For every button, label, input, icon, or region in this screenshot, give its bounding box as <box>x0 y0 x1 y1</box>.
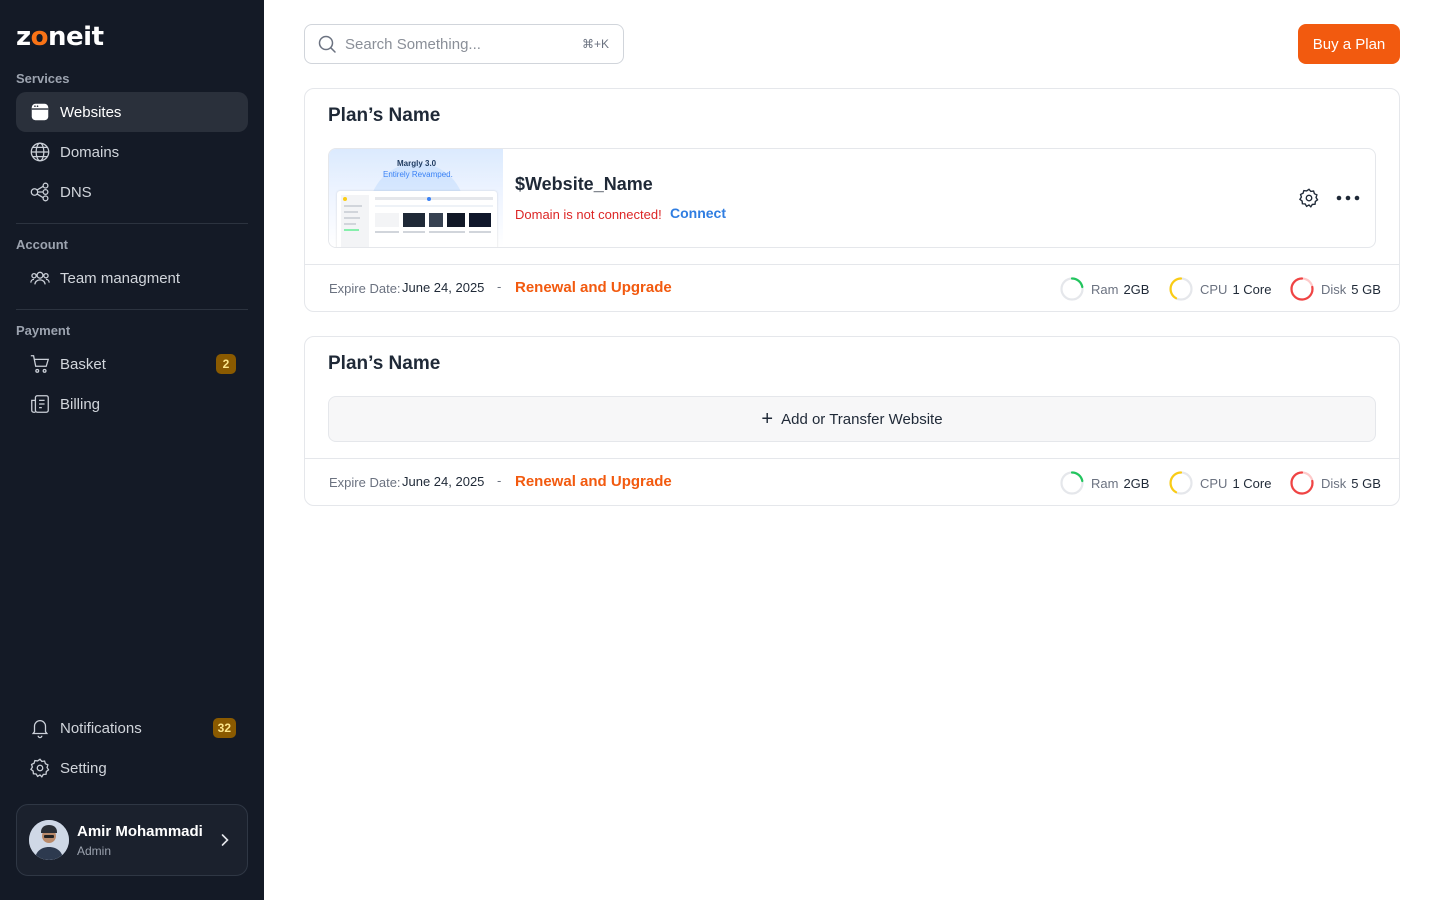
avatar <box>29 820 69 860</box>
section-label-services: Services <box>16 71 70 86</box>
plan-card: Plan’s Name Margly 3.0 Entirely Revamped… <box>304 88 1400 312</box>
resource-ram: Ram 2GB <box>1059 470 1149 496</box>
sidebar-item-billing[interactable]: Billing <box>16 384 248 424</box>
resource-disk: Disk 5 GB <box>1289 276 1381 302</box>
sidebar-item-notifications[interactable]: Notifications 32 <box>16 708 248 748</box>
thumbnail-title: Margly 3.0 <box>397 159 437 168</box>
resource-label: Disk <box>1321 475 1347 491</box>
gear-icon <box>28 756 52 780</box>
resource-cpu: CPU 1 Core <box>1168 470 1271 496</box>
bell-icon <box>28 716 52 740</box>
thumbnail-preview-window <box>337 191 497 247</box>
sidebar-item-label: Websites <box>60 103 122 121</box>
resource-ram: Ram 2GB <box>1059 276 1149 302</box>
add-transfer-website-button[interactable]: + Add or Transfer Website <box>328 396 1376 442</box>
resource-value: 2GB <box>1123 281 1150 297</box>
sidebar-divider <box>16 309 248 310</box>
resource-value: 5 GB <box>1351 475 1381 491</box>
footer-separator: - <box>497 473 502 488</box>
sidebar-item-domains[interactable]: Domains <box>16 132 248 172</box>
user-profile-card[interactable]: Amir Mohammadi Admin <box>16 804 248 876</box>
plan-title: Plan’s Name <box>328 105 441 126</box>
add-transfer-label: Add or Transfer Website <box>781 410 943 428</box>
sidebar-item-dns[interactable]: DNS <box>16 172 248 212</box>
sidebar-item-label: Basket <box>60 355 106 373</box>
basket-count-badge: 2 <box>216 354 236 374</box>
cpu-usage-ring-icon <box>1169 471 1193 495</box>
logo[interactable]: zoneit <box>16 22 104 52</box>
buy-plan-button[interactable]: Buy a Plan <box>1298 24 1400 64</box>
ram-usage-ring-icon <box>1060 277 1084 301</box>
sidebar-item-label: Team managment <box>60 269 181 287</box>
section-label-account: Account <box>16 237 68 252</box>
sidebar-item-team-management[interactable]: Team managment <box>16 258 248 298</box>
plan-card: Plan’s Name + Add or Transfer Website Ex… <box>304 336 1400 506</box>
browser-icon <box>28 100 52 124</box>
resource-value: 5 GB <box>1351 281 1381 297</box>
connect-domain-link[interactable]: Connect <box>670 205 726 221</box>
search-icon <box>318 35 336 53</box>
plan-footer: Expire Date: June 24, 2025 - Renewal and… <box>305 264 1399 312</box>
resource-label: Ram <box>1091 281 1119 297</box>
sidebar-item-basket[interactable]: Basket 2 <box>16 344 248 384</box>
renewal-upgrade-link[interactable]: Renewal and Upgrade <box>515 473 672 490</box>
website-more-options-button[interactable] <box>1333 185 1363 211</box>
globe-icon <box>28 140 52 164</box>
website-name: $Website_Name <box>515 174 653 194</box>
resource-label: CPU <box>1200 281 1228 297</box>
resource-label: Ram <box>1091 475 1119 491</box>
domain-status-text: Domain is not connected! <box>515 207 662 222</box>
section-label-payment: Payment <box>16 323 71 338</box>
resource-cpu: CPU 1 Core <box>1168 276 1271 302</box>
team-icon <box>28 266 52 290</box>
sidebar-item-setting[interactable]: Setting <box>16 748 248 788</box>
profile-name: Amir Mohammadi <box>77 822 203 840</box>
sidebar-divider <box>16 223 248 224</box>
resource-value: 2GB <box>1123 475 1150 491</box>
billing-icon <box>28 392 52 416</box>
sidebar-item-label: Notifications <box>60 719 142 737</box>
sidebar-item-websites[interactable]: Websites <box>16 92 248 132</box>
thumbnail-subtitle: Entirely Revamped. <box>383 170 453 179</box>
website-settings-button[interactable] <box>1296 185 1322 211</box>
ram-usage-ring-icon <box>1060 471 1084 495</box>
gear-icon <box>1299 188 1319 208</box>
cart-icon <box>28 352 52 376</box>
sidebar-item-label: Domains <box>60 143 120 161</box>
search-input[interactable] <box>345 35 582 53</box>
sidebar-item-label: Billing <box>60 395 101 413</box>
footer-separator: - <box>497 279 502 294</box>
website-row[interactable]: Margly 3.0 Entirely Revamped. $Website_N… <box>328 148 1376 248</box>
plus-icon: + <box>761 408 774 430</box>
plan-title: Plan’s Name <box>328 353 441 374</box>
sidebar: zoneit Services Websites Domains DNS Acc… <box>0 0 264 900</box>
search-shortcut-hint: ⌘+K <box>581 37 609 51</box>
resource-label: Disk <box>1321 281 1347 297</box>
expire-date-value: June 24, 2025 <box>402 474 485 489</box>
expire-date-label: Expire Date: <box>329 475 401 490</box>
disk-usage-ring-icon <box>1290 471 1314 495</box>
profile-role: Admin <box>77 843 112 858</box>
expire-date-label: Expire Date: <box>329 281 401 296</box>
resource-value: 1 Core <box>1232 281 1272 297</box>
chevron-right-icon[interactable] <box>215 830 235 850</box>
sidebar-item-label: Setting <box>60 759 107 777</box>
notifications-count-badge: 32 <box>212 718 236 738</box>
expire-date-value: June 24, 2025 <box>402 280 485 295</box>
website-thumbnail[interactable]: Margly 3.0 Entirely Revamped. <box>329 149 503 247</box>
resource-label: CPU <box>1200 475 1228 491</box>
sidebar-item-label: DNS <box>60 183 92 201</box>
more-horizontal-icon <box>1336 195 1360 201</box>
search-bar[interactable]: ⌘+K <box>304 24 624 64</box>
plan-footer: Expire Date: June 24, 2025 - Renewal and… <box>305 458 1399 506</box>
disk-usage-ring-icon <box>1290 277 1314 301</box>
renewal-upgrade-link[interactable]: Renewal and Upgrade <box>515 279 672 296</box>
resource-disk: Disk 5 GB <box>1289 470 1381 496</box>
resource-value: 1 Core <box>1232 475 1272 491</box>
dns-nodes-icon <box>28 180 52 204</box>
cpu-usage-ring-icon <box>1169 277 1193 301</box>
